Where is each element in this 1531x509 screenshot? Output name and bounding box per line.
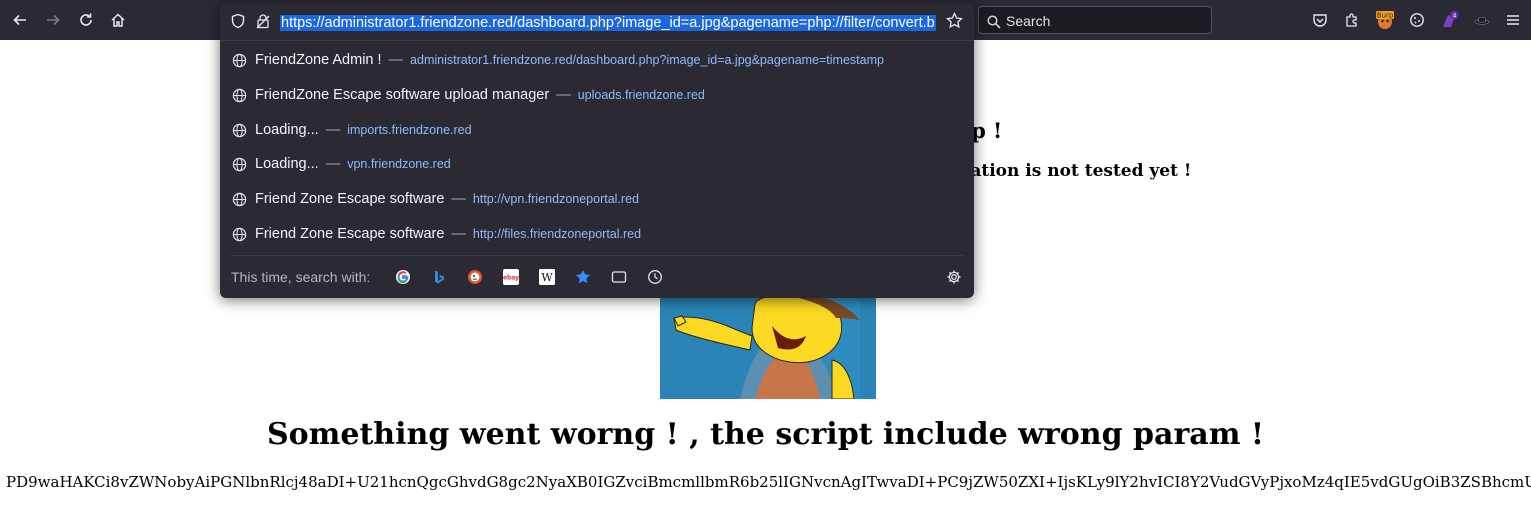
suggestion-separator: — [451, 191, 466, 207]
svg-text:W: W [541, 271, 553, 284]
suggestion-separator: — [556, 87, 571, 103]
suggestion-url: administrator1.friendzone.red/dashboard.… [410, 53, 884, 67]
reload-icon[interactable] [76, 10, 96, 30]
suggestion-title: FriendZone Escape software upload manage… [255, 87, 550, 103]
history-icon[interactable] [647, 269, 663, 285]
cookie-icon[interactable] [1407, 10, 1427, 30]
urlbar-divider [220, 40, 974, 41]
globe-icon [232, 192, 247, 211]
extension-badge-count: 4 [1452, 11, 1456, 19]
suggestion-separator: — [325, 122, 341, 138]
back-icon[interactable] [10, 10, 30, 30]
globe-icon [232, 53, 247, 72]
suggestion-item[interactable]: Loading... — imports.friendzone.red [220, 113, 974, 147]
page-subtitle-partial: cation is not tested yet ! [960, 161, 1192, 181]
bookmarks-icon[interactable] [575, 269, 591, 285]
urlbar[interactable]: https://administrator1.friendzone.red/da… [220, 3, 974, 39]
suggestion-title: FriendZone Admin ! [255, 52, 382, 68]
suggestion-title: Friend Zone Escape software [255, 191, 445, 207]
suggestion-item[interactable]: FriendZone Admin ! — administrator1.friend… [220, 43, 974, 77]
suggestion-title: Loading... [255, 156, 319, 172]
suggestion-item[interactable]: Loading... — vpn.friendzone.red [220, 147, 974, 181]
svg-text:ebay: ebay [503, 275, 519, 282]
google-icon[interactable] [395, 269, 411, 285]
wikipedia-icon[interactable]: W [539, 269, 555, 285]
suggestion-url: vpn.friendzone.red [347, 157, 451, 171]
suggestion-title: Friend Zone Escape software [255, 226, 445, 242]
extensions-icon[interactable] [1342, 10, 1362, 30]
suggestion-url: uploads.friendzone.red [577, 88, 705, 102]
url-text: https://administrator1.friendzone.red/da… [280, 15, 936, 31]
nelson-image [660, 298, 876, 399]
suggestion-url: imports.friendzone.red [347, 123, 472, 137]
suggestion-separator: — [388, 52, 404, 68]
urlbar-dropdown: https://administrator1.friendzone.red/da… [220, 3, 974, 298]
suggestion-title: Loading... [255, 122, 319, 138]
suggestion-item[interactable]: FriendZone Escape software upload manage… [220, 78, 974, 112]
wizard-extension-icon[interactable]: 4 [1440, 10, 1460, 30]
tabs-icon[interactable] [611, 269, 627, 285]
globe-icon [232, 227, 247, 246]
base64-output: PD9waHAKCi8vZWNobyAiPGNlbnRlcj48aDI+U21h… [6, 473, 1531, 491]
search-placeholder: Search [1006, 13, 1051, 29]
search-engines-divider [230, 255, 964, 256]
suggestion-item[interactable]: Friend Zone Escape software — http://files… [220, 217, 974, 251]
forward-icon[interactable] [43, 10, 63, 30]
suggestion-separator: — [325, 156, 341, 172]
bing-icon[interactable] [431, 269, 447, 285]
globe-icon [232, 157, 247, 176]
globe-icon [232, 88, 247, 107]
menu-icon[interactable] [1503, 10, 1523, 30]
bookmark-star-icon[interactable] [946, 11, 963, 33]
burp-extension-icon[interactable]: Burp [1375, 10, 1395, 30]
suggestion-url: http://files.friendzoneportal.red [472, 227, 642, 241]
search-icon [987, 14, 1001, 33]
duckduckgo-icon[interactable] [467, 269, 483, 285]
hat-icon[interactable] [1472, 10, 1492, 30]
tracking-protection-icon[interactable] [230, 13, 246, 33]
pocket-icon[interactable] [1310, 10, 1330, 30]
insecure-lock-icon[interactable] [255, 13, 271, 33]
suggestion-url: http://vpn.friendzoneportal.red [472, 192, 639, 206]
url-input[interactable]: https://administrator1.friendzone.red/da… [280, 12, 941, 33]
burp-badge: Burp [1377, 12, 1394, 20]
suggestion-item[interactable]: Friend Zone Escape software — http://vpn.f… [220, 182, 974, 216]
search-with-label: This time, search with: [231, 269, 371, 285]
globe-icon [232, 123, 247, 142]
error-heading: Something went worng ! , the script incl… [266, 417, 1265, 452]
search-box[interactable]: Search [978, 6, 1212, 34]
search-settings-gear-icon[interactable] [946, 269, 962, 289]
suggestion-separator: — [451, 226, 466, 242]
ebay-icon[interactable]: ebay [503, 269, 519, 285]
home-icon[interactable] [108, 10, 128, 30]
